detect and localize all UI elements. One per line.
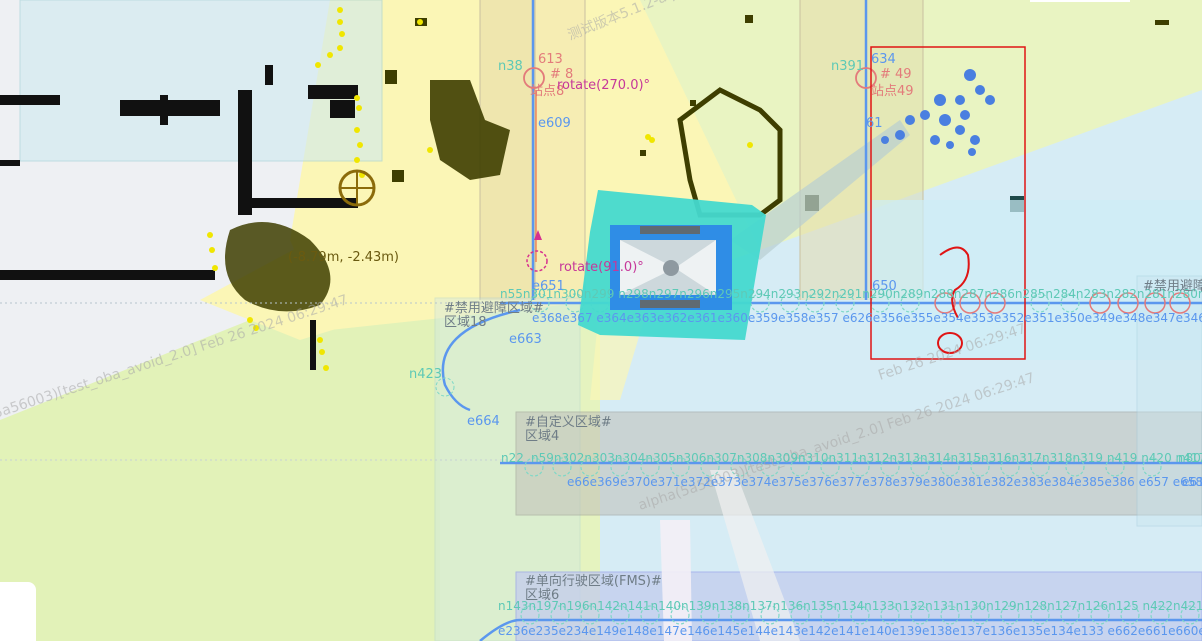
avoid-zone-18-name: 区域18 xyxy=(444,315,487,330)
target-crosshair-icon[interactable] xyxy=(338,169,376,207)
avoid-zone-18-title: #禁用避障区域# xyxy=(444,301,544,316)
rotate-label-top: rotate(270.0)° xyxy=(557,78,650,93)
map-canvas[interactable]: 测试版本5.1.2-alpha (5a56003)[test_oba_avoid… xyxy=(0,0,1202,641)
edge-label-e61: e61 xyxy=(1182,475,1202,489)
edge-label-e663: e663 xyxy=(509,332,542,347)
edge-label-e664: e664 xyxy=(467,414,500,429)
row3-node-labels: n143n197n196n142n141n140n139n138n137n136… xyxy=(498,599,1202,613)
node-label-634: 634 xyxy=(871,52,896,67)
robot-coordinate-label: (-8.79m, -2.43m) xyxy=(288,250,399,265)
station-49-name: 站点49 xyxy=(871,84,914,99)
row1-edge-labels: e368e367 e364e363e362e361e360e359e358e35… xyxy=(532,311,1202,325)
ray-bottom xyxy=(660,520,692,641)
rotate-label-mid: rotate(91.0)° xyxy=(559,260,644,275)
custom-zone-4-title: #自定义区域# xyxy=(525,415,612,430)
row2-node-labels: n59n302n303n304n305n306n307n308n309n310n… xyxy=(531,451,1202,465)
node-label-n38: n38 xyxy=(498,59,523,74)
edge-label-e609: e609 xyxy=(538,116,571,131)
top-left-zone[interactable] xyxy=(19,0,383,162)
node-label-n423: n423 xyxy=(409,367,442,382)
row1-node-labels: n55n301n300n299 n298n297n296n295n294n293… xyxy=(500,287,1202,301)
node-label-n391: n391 xyxy=(831,59,864,74)
cell-strip-3 xyxy=(800,0,865,300)
node-label-61: 61 xyxy=(866,116,883,131)
node-label-613: 613 xyxy=(538,52,563,67)
station-49-number: # 49 xyxy=(880,67,912,82)
oneway-zone-6-title: #单向行驶区域(FMS)# xyxy=(525,573,662,589)
row2-edge-labels: e66e369e370e371e372e373e374e375e376e377e… xyxy=(567,475,1202,489)
avoid-zone-right-title: #禁用避障 xyxy=(1143,279,1202,294)
corner-control[interactable] xyxy=(0,582,36,641)
node-label-n22: n22 xyxy=(501,451,524,465)
map-viewport[interactable]: { "map": { "watermark": "测试版本5.1.2-alpha… xyxy=(0,0,1202,641)
top-edge-marker xyxy=(1030,0,1130,2)
custom-zone-4-name: 区域4 xyxy=(525,429,559,444)
row3-edge-labels: e236e235e234e149e148e147e146e145e144e143… xyxy=(498,624,1202,638)
node-label-n80: n80 xyxy=(1178,451,1201,465)
cell-strip-2 xyxy=(535,0,585,300)
